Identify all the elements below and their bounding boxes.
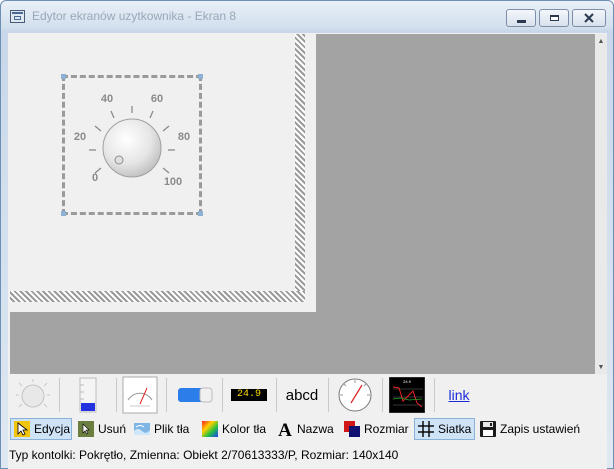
knob-tick-label: 100 [164, 176, 182, 188]
resize-handle-bottom-left[interactable] [61, 211, 66, 216]
floppy-disk-icon [480, 421, 496, 437]
background-color-button[interactable]: Kolor tła [199, 418, 271, 440]
action-label: Usuń [98, 422, 127, 436]
knob-tick-label: 20 [74, 131, 86, 143]
screen-resize-edge-right[interactable] [295, 34, 305, 302]
title-bar[interactable]: Edytor ekranów uzytkownika - Ekran 8 [1, 1, 613, 31]
tool-knob[interactable] [10, 374, 56, 416]
minimize-button[interactable] [506, 9, 536, 27]
minimize-icon [516, 19, 526, 23]
meter-tool-icon [122, 376, 158, 414]
svg-text:A: A [278, 420, 292, 438]
delete-icon [78, 421, 94, 437]
knob-tick-label: 40 [101, 93, 113, 105]
grid-icon [418, 421, 434, 437]
close-button[interactable] [572, 9, 606, 27]
editor-window: Edytor ekranów uzytkownika - Ekran 8 0 2… [0, 0, 614, 469]
scroll-down-icon[interactable]: ▼ [595, 360, 607, 374]
close-icon [584, 13, 594, 23]
app-window-icon [10, 10, 25, 23]
control-toolbox: 24.9 abcd 24.9 link [10, 374, 607, 416]
color-palette-icon [202, 421, 218, 437]
resize-handle-top-right[interactable] [198, 74, 203, 79]
window-title: Edytor ekranów uzytkownika - Ekran 8 [32, 9, 237, 23]
action-label: Siatka [438, 422, 472, 436]
action-label: Plik tła [154, 422, 190, 436]
tool-toggle-switch[interactable] [170, 374, 220, 416]
delete-button[interactable]: Usuń [75, 418, 131, 440]
separator [382, 378, 383, 412]
client-area: 0 20 40 60 80 100 ▲ ▼ 24.9 abcd 24.9 lin… [8, 33, 607, 469]
separator [59, 378, 60, 412]
grid-button[interactable]: Siatka [414, 418, 475, 440]
action-label: Nazwa [297, 422, 334, 436]
separator [328, 378, 329, 412]
toggle-tool-icon [178, 387, 213, 403]
tool-link[interactable]: link [436, 374, 482, 416]
screen-resize-edge-bottom[interactable] [10, 291, 305, 302]
resize-handle-top-left[interactable] [61, 74, 66, 79]
action-label: Zapis ustawień [500, 422, 581, 436]
resize-icon [344, 421, 360, 437]
vertical-scrollbar[interactable]: ▲ ▼ [595, 34, 607, 374]
cursor-icon [14, 421, 30, 437]
digital-display-value: 24.9 [231, 389, 267, 401]
round-gauge-tool-icon [338, 378, 372, 412]
background-file-button[interactable]: Plik tła [131, 418, 199, 440]
separator [166, 378, 167, 412]
resize-handle-bottom-right[interactable] [198, 211, 203, 216]
tool-bar-gauge[interactable] [62, 374, 114, 416]
action-toolbar: Edycja Usuń Plik tła Kolor tła A Nazwa R… [10, 418, 607, 442]
separator [276, 378, 277, 412]
font-a-icon: A [278, 420, 292, 438]
edit-mode-button[interactable]: Edycja [10, 418, 72, 440]
tool-text-label[interactable]: abcd [278, 374, 326, 416]
separator [116, 378, 117, 412]
tool-round-gauge[interactable] [330, 374, 380, 416]
knob-tick-label: 0 [92, 172, 98, 184]
action-label: Kolor tła [222, 422, 267, 436]
design-canvas[interactable]: 0 20 40 60 80 100 [10, 34, 595, 374]
tool-trend-chart[interactable]: 24.9 [384, 374, 430, 416]
status-bar: Typ kontolki: Pokrętło, Zmienna: Obiekt … [8, 444, 608, 466]
knob-tick-label: 60 [151, 93, 163, 105]
tool-analog-meter[interactable] [118, 374, 162, 416]
knob-tick-label: 80 [178, 131, 190, 143]
save-settings-button[interactable]: Zapis ustawień [477, 418, 581, 440]
knob-tool-icon [16, 379, 50, 408]
size-button[interactable]: Rozmiar [341, 418, 413, 440]
knob-dial: 0 20 40 60 80 100 [74, 93, 190, 188]
separator [434, 378, 435, 412]
trend-chart-tool-icon: 24.9 [389, 377, 425, 413]
action-label: Edycja [34, 422, 71, 436]
scroll-up-icon[interactable]: ▲ [595, 34, 607, 48]
knob-indicator [114, 155, 124, 165]
name-button[interactable]: A Nazwa [274, 418, 338, 440]
knob-widget[interactable]: 0 20 40 60 80 100 [61, 74, 203, 216]
knob-body [102, 118, 162, 178]
action-label: Rozmiar [364, 422, 409, 436]
background-file-icon [134, 423, 150, 435]
text-label-sample: abcd [285, 386, 319, 404]
trend-chart-title: 24.9 [403, 379, 412, 384]
bar-gauge-tool-icon [79, 377, 97, 413]
separator [222, 378, 223, 412]
maximize-icon [549, 15, 559, 21]
link-sample: link [448, 387, 470, 403]
status-text: Typ kontolki: Pokrętło, Zmienna: Obiekt … [9, 448, 399, 462]
tool-digital-display[interactable]: 24.9 [224, 374, 274, 416]
maximize-button[interactable] [539, 9, 569, 27]
